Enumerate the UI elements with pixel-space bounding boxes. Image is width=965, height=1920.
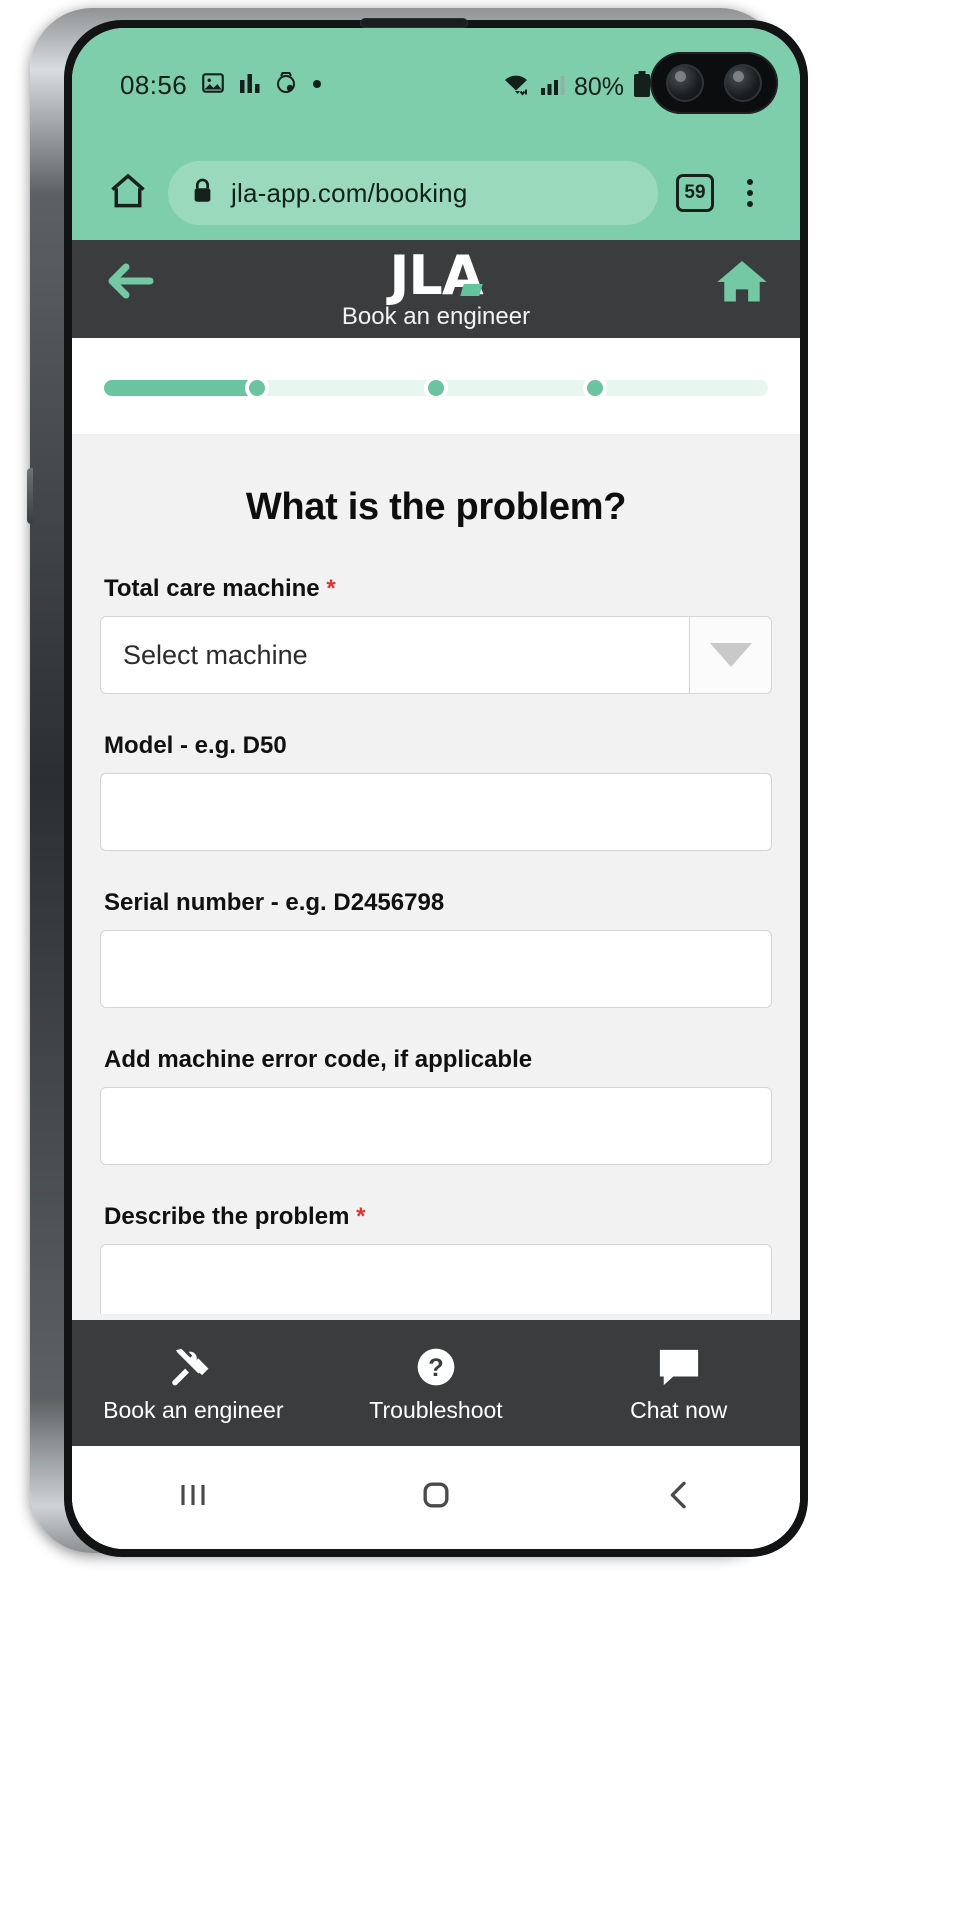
field-describe-problem: Describe the problem * bbox=[100, 1203, 772, 1314]
back-chevron-icon[interactable] bbox=[659, 1475, 699, 1520]
side-key-left[interactable] bbox=[27, 468, 33, 524]
progress-step-dot-1[interactable] bbox=[244, 376, 269, 400]
progress-stepper bbox=[72, 338, 800, 434]
page-title: What is the problem? bbox=[245, 486, 627, 528]
serial-number-input[interactable] bbox=[100, 930, 772, 1008]
nav-label: Book an engineer bbox=[103, 1396, 284, 1423]
nav-item-troubleshoot[interactable]: ? Troubleshoot bbox=[315, 1343, 558, 1424]
progress-step-dot-3[interactable] bbox=[583, 376, 608, 400]
field-error-code: Add machine error code, if applicable bbox=[100, 1046, 772, 1165]
app-header: JLA Book an engineer bbox=[72, 240, 800, 338]
cellular-signal-icon bbox=[540, 71, 566, 104]
back-arrow-icon[interactable] bbox=[102, 256, 158, 311]
android-status-bar: 08:56 80% bbox=[72, 28, 800, 146]
battery-percent-label: 80% bbox=[573, 73, 624, 101]
machine-select-value: Select machine bbox=[123, 639, 308, 670]
earpiece-speaker bbox=[360, 18, 468, 28]
field-serial-number: Serial number - e.g. D2456798 bbox=[100, 889, 772, 1008]
progress-step-dot-2[interactable] bbox=[424, 376, 448, 400]
overflow-menu-icon[interactable] bbox=[734, 179, 766, 207]
wifi-icon bbox=[502, 71, 532, 104]
url-bar[interactable]: jla-app.com/booking bbox=[168, 161, 658, 225]
nav-label: Chat now bbox=[630, 1396, 728, 1423]
home-icon[interactable] bbox=[714, 256, 770, 311]
error-code-input[interactable] bbox=[100, 1087, 772, 1165]
url-text: jla-app.com/booking bbox=[231, 177, 468, 208]
booking-form: What is the problem? Total care machine … bbox=[72, 434, 800, 1314]
tab-counter-button[interactable]: 59 bbox=[676, 174, 714, 212]
field-label: Serial number - e.g. D2456798 bbox=[104, 889, 445, 916]
lock-icon bbox=[190, 177, 215, 209]
nav-item-book-an-engineer[interactable]: Book an engineer bbox=[72, 1343, 315, 1424]
nav-item-chat-now[interactable]: Chat now bbox=[557, 1343, 800, 1424]
dot-icon bbox=[311, 77, 323, 95]
camera-lens-secondary bbox=[724, 64, 762, 102]
battery-icon bbox=[632, 70, 652, 105]
camera-lens-primary bbox=[666, 64, 704, 102]
app-logo: JLA bbox=[389, 244, 483, 307]
logo-accent-mark bbox=[459, 284, 483, 297]
field-label: Add machine error code, if applicable bbox=[104, 1046, 533, 1073]
chat-bubble-icon bbox=[557, 1343, 800, 1391]
status-clock: 08:56 bbox=[120, 70, 188, 100]
bar-chart-icon bbox=[239, 71, 261, 100]
svg-text:?: ? bbox=[428, 1354, 444, 1382]
camera-cutout bbox=[650, 52, 778, 114]
phone-screen: 08:56 80% jla-app.com/booking 59 JLA Boo… bbox=[72, 28, 800, 1549]
android-navigation-bar bbox=[72, 1446, 800, 1549]
tools-icon bbox=[72, 1343, 315, 1391]
required-marker: * bbox=[326, 575, 336, 602]
app-subtitle: Book an engineer bbox=[341, 303, 531, 331]
app-logo-block: JLA Book an engineer bbox=[72, 244, 800, 331]
model-input[interactable] bbox=[100, 773, 772, 851]
field-total-care-machine: Total care machine * Select machine bbox=[100, 575, 772, 694]
field-label: Total care machine * bbox=[104, 575, 336, 602]
home-circle-icon[interactable] bbox=[416, 1475, 456, 1520]
web-app-viewport: JLA Book an engineer What is the problem… bbox=[72, 240, 800, 1549]
chevron-down-icon[interactable] bbox=[689, 617, 771, 693]
machine-select[interactable]: Select machine bbox=[100, 616, 772, 694]
recents-icon[interactable] bbox=[173, 1475, 213, 1520]
progress-fill bbox=[104, 380, 257, 396]
phone-frame: 08:56 80% jla-app.com/booking 59 JLA Boo… bbox=[27, 8, 808, 1557]
watch-icon bbox=[274, 70, 298, 101]
field-label: Model - e.g. D50 bbox=[104, 732, 287, 759]
nav-label: Troubleshoot bbox=[369, 1396, 503, 1423]
screenshot-root: 08:56 80% jla-app.com/booking 59 JLA Boo… bbox=[0, 0, 965, 1920]
status-right-cluster: 80% bbox=[502, 70, 652, 105]
progress-track bbox=[104, 376, 768, 400]
browser-toolbar: jla-app.com/booking 59 bbox=[72, 146, 800, 240]
home-icon[interactable] bbox=[106, 169, 150, 218]
describe-problem-textarea[interactable] bbox=[100, 1244, 772, 1314]
image-icon bbox=[200, 70, 226, 101]
question-mark-icon: ? bbox=[315, 1343, 558, 1391]
field-label: Describe the problem * bbox=[104, 1203, 366, 1230]
field-model: Model - e.g. D50 bbox=[100, 732, 772, 851]
bottom-navigation: Book an engineer ? Troubleshoot Chat now bbox=[72, 1320, 800, 1446]
status-left-cluster: 08:56 bbox=[120, 70, 323, 101]
tab-count-label: 59 bbox=[684, 182, 706, 203]
required-marker: * bbox=[356, 1203, 366, 1230]
